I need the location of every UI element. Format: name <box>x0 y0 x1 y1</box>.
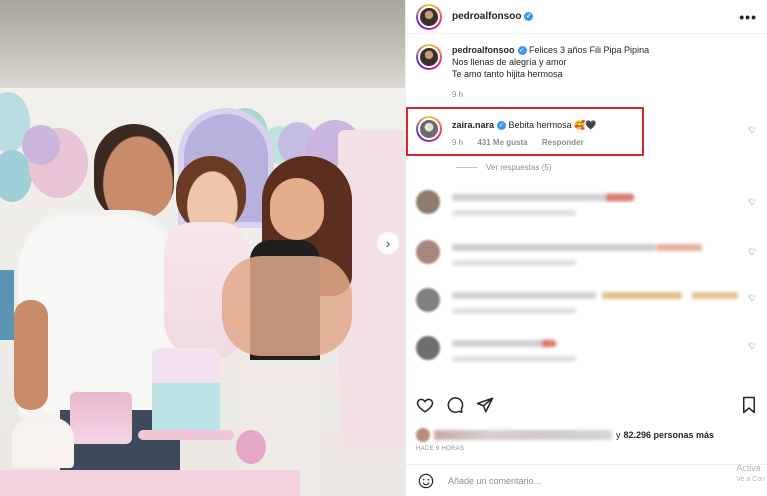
comment-input[interactable]: Añade un comentario... <box>448 476 541 486</box>
comment-icon[interactable] <box>446 396 464 414</box>
next-photo-icon[interactable]: › <box>377 232 399 254</box>
heart-icon[interactable] <box>416 396 434 414</box>
avatar[interactable] <box>416 116 442 142</box>
action-bar <box>416 396 758 416</box>
balloon <box>22 125 60 165</box>
list-item <box>416 186 756 220</box>
like-comment-heart-icon[interactable]: ♡ <box>748 248 757 257</box>
list-item <box>416 332 756 366</box>
avatar[interactable] <box>416 240 440 264</box>
caption-line: Nos llenas de alegría y amor <box>452 57 567 67</box>
post-photo[interactable]: › <box>0 0 405 496</box>
verified-icon: ✓ <box>517 46 527 56</box>
liker-name-blurred <box>434 430 612 440</box>
cupcake-stand <box>70 392 132 444</box>
avatar <box>416 428 430 442</box>
view-replies[interactable]: Ver respuestas (5) <box>456 163 551 172</box>
verified-icon: ✓ <box>524 11 534 21</box>
girl-head <box>176 156 246 232</box>
post-header: pedroalfonsoo ✓ ••• <box>406 0 767 34</box>
like-comment-heart-icon[interactable]: ♡ <box>748 198 757 207</box>
cake-stand <box>138 430 234 440</box>
comment: zaira.nara ✓ Bebita hermosa 🥰🖤 9 h 431 Me… <box>406 116 767 149</box>
caption: pedroalfonsoo ✓ Felices 3 años Fili Pipa … <box>406 34 767 101</box>
bookmark-icon[interactable] <box>740 396 758 414</box>
caption-time: 9 h <box>452 90 464 99</box>
list-item <box>416 236 756 270</box>
caption-username[interactable]: pedroalfonsoo <box>452 45 515 55</box>
post-time-ago: HACE 9 HORAS <box>416 446 465 452</box>
add-comment-bar: Añade un comentario... <box>406 464 767 496</box>
share-icon[interactable] <box>476 396 494 414</box>
cupcake-stand <box>12 418 74 468</box>
man-arm <box>14 300 48 410</box>
woman-face <box>270 178 324 240</box>
comment-likes[interactable]: 431 Me gusta <box>477 138 527 147</box>
reply-button[interactable]: Responder <box>542 138 584 147</box>
toy <box>236 430 266 464</box>
likes-summary[interactable]: y 82.296 personas más <box>416 428 714 442</box>
list-item <box>416 284 756 318</box>
comment-username[interactable]: zaira.nara <box>452 120 494 130</box>
caption-line: Felices 3 años Fili Pipa Pipina <box>529 45 650 55</box>
more-options-icon[interactable]: ••• <box>739 9 757 25</box>
comment-time: 9 h <box>452 138 464 147</box>
avatar[interactable] <box>416 3 442 30</box>
post-username[interactable]: pedroalfonsoo ✓ <box>452 11 534 22</box>
avatar[interactable] <box>416 288 440 312</box>
avatar[interactable] <box>416 44 442 70</box>
man-head <box>94 124 174 220</box>
avatar[interactable] <box>416 190 440 214</box>
woman-arm <box>222 256 352 356</box>
likes-prefix: y <box>616 430 621 440</box>
replies-divider <box>456 167 478 168</box>
caption-line: Te amo tanto hijita hermosa <box>452 69 563 79</box>
like-comment-heart-icon[interactable]: ♡ <box>748 126 757 135</box>
comment-text: Bebita hermosa 🥰🖤 <box>508 120 597 130</box>
cake <box>152 348 220 436</box>
likes-count[interactable]: 82.296 personas más <box>624 430 715 440</box>
like-comment-heart-icon[interactable]: ♡ <box>748 294 757 303</box>
comments-panel: pedroalfonsoo ✓ ••• pedroalfonsoo ✓ Felice… <box>405 0 767 496</box>
avatar[interactable] <box>416 336 440 360</box>
activation-watermark: Activa Ve a Con <box>736 463 765 483</box>
verified-icon: ✓ <box>497 121 507 131</box>
like-comment-heart-icon[interactable]: ♡ <box>748 342 757 351</box>
decor-panel <box>0 270 14 340</box>
emoji-icon[interactable] <box>418 473 434 489</box>
table <box>0 470 300 496</box>
